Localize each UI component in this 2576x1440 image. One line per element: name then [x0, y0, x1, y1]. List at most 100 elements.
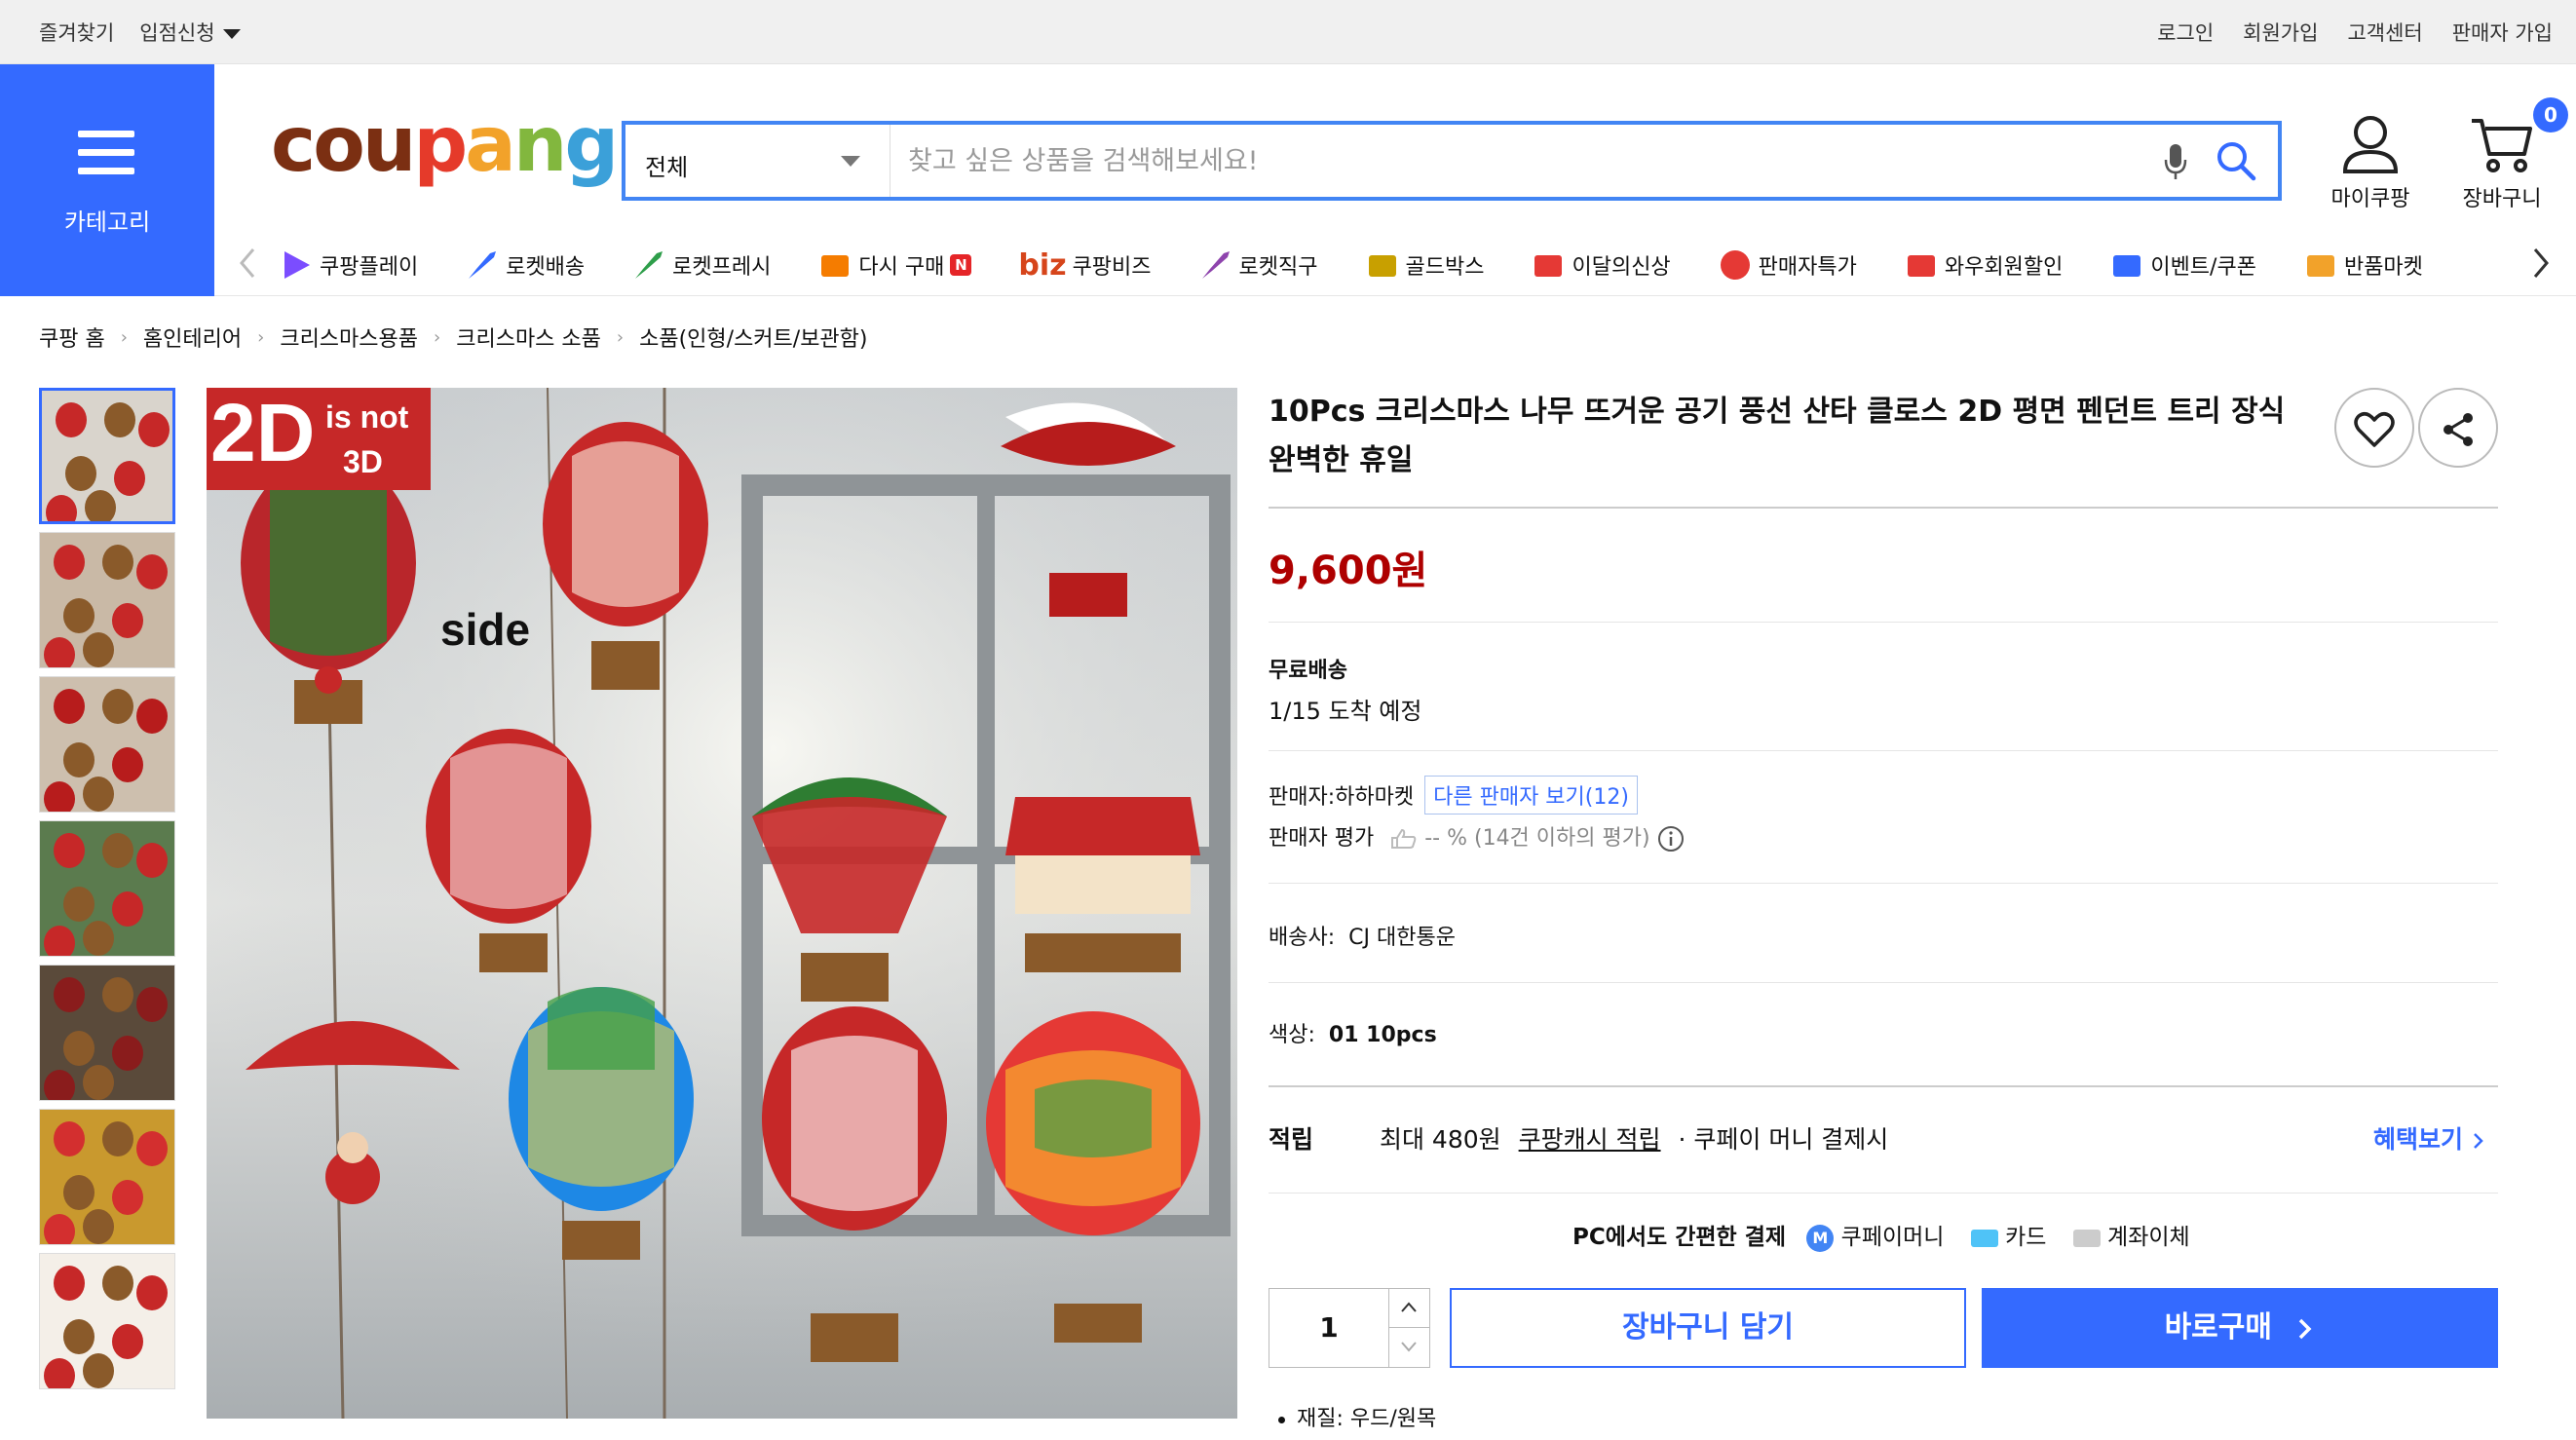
search-category-select[interactable]: 전체: [625, 125, 890, 197]
chevron-right-icon: ›: [616, 326, 625, 348]
hamburger-icon: [78, 131, 134, 175]
quantity-input[interactable]: 1: [1269, 1289, 1388, 1367]
image-caption-is-not: is not: [325, 399, 409, 435]
breadcrumb-item[interactable]: 크리스마스 소품: [456, 322, 601, 353]
courier-name: CJ 대한통운: [1348, 926, 1456, 950]
quantity-increase-button[interactable]: [1389, 1289, 1429, 1328]
coupang-cash-link[interactable]: 쿠팡캐시 적립: [1519, 1125, 1661, 1154]
cart-label: 장바구니: [2462, 187, 2542, 211]
payment-card: 카드: [2005, 1225, 2047, 1250]
product-thumbnail[interactable]: [39, 820, 175, 957]
product-thumbnail[interactable]: [39, 1253, 175, 1389]
card-icon: [1970, 1229, 1998, 1247]
biz-icon: biz: [1018, 247, 1067, 283]
thumbnail-image: [44, 833, 168, 956]
quantity-stepper: 1: [1269, 1288, 1430, 1368]
seller-signup-link[interactable]: 판매자 가입: [2452, 18, 2553, 47]
search-bar: 전체: [622, 121, 2282, 201]
cart-button[interactable]: 0 장바구니: [2453, 97, 2568, 212]
my-coupang-button[interactable]: 마이쿠팡: [2327, 113, 2414, 212]
nav-item[interactable]: 쿠팡플레이: [279, 246, 418, 284]
color-value: 01 10pcs: [1328, 1023, 1437, 1047]
seller-apply-link[interactable]: 입점신청: [139, 18, 241, 47]
bookmark-link[interactable]: 즐겨찾기: [39, 18, 114, 47]
seller-rating-label: 판매자 평가: [1269, 826, 1375, 851]
nav-item[interactable]: 로켓배송: [465, 246, 585, 284]
nav-next-arrow-icon[interactable]: [2525, 246, 2555, 281]
chevron-right-icon: ›: [434, 326, 441, 348]
product-thumbnail[interactable]: [39, 388, 175, 524]
nav-item[interactable]: 이달의신상: [1531, 246, 1671, 284]
main-product-image[interactable]: 2D is not 3D side: [207, 388, 1237, 1419]
share-icon: [2443, 412, 2473, 446]
share-button[interactable]: [2418, 388, 2498, 468]
seller-rating-row: 판매자 평가 -- % (14건 이하의 평가): [1269, 820, 1685, 853]
thumbnail-list: [39, 388, 175, 1397]
rocket-delivery-icon: [469, 251, 497, 279]
nav-item[interactable]: 다시 구매 N: [817, 246, 972, 284]
thumbnail-image: [44, 1121, 168, 1244]
search-input[interactable]: [908, 138, 2136, 183]
seller-deal-icon: [1720, 250, 1750, 280]
thumbnail-image: [46, 402, 170, 521]
chevron-right-icon: ›: [120, 326, 128, 348]
logo-letter: u: [361, 101, 417, 189]
customer-center-link[interactable]: 고객센터: [2347, 18, 2422, 47]
coupay-money-icon: M: [1806, 1224, 1835, 1252]
breadcrumb-item[interactable]: 홈인테리어: [143, 322, 242, 353]
nav-item[interactable]: biz 쿠팡비즈: [1018, 246, 1151, 284]
coupang-logo[interactable]: coupang: [271, 101, 619, 189]
chevron-down-icon: [222, 29, 241, 39]
breadcrumb-item[interactable]: 쿠팡 홈: [39, 322, 105, 353]
color-label: 색상:: [1269, 1023, 1315, 1047]
login-link[interactable]: 로그인: [2157, 18, 2214, 47]
breadcrumb-item[interactable]: 소품(인형/스커트/보관함): [639, 322, 867, 353]
image-caption-2d: 2D: [210, 388, 316, 478]
thumbnail-image: [44, 689, 168, 812]
seller-name[interactable]: 하하마켓: [1335, 785, 1414, 810]
logo-letter: o: [313, 101, 365, 189]
product-thumbnail[interactable]: [39, 676, 175, 813]
product-thumbnail[interactable]: [39, 965, 175, 1101]
info-icon[interactable]: [1657, 825, 1685, 853]
nav-prev-arrow-icon[interactable]: [234, 246, 263, 281]
logo-letter: g: [564, 101, 619, 189]
nav-item[interactable]: 로켓프레시: [631, 246, 771, 284]
bullet-icon: [1278, 1416, 1285, 1423]
nav-item-label: 쿠팡플레이: [320, 255, 419, 280]
buy-now-button[interactable]: 바로구매: [1982, 1288, 2498, 1368]
nav-item[interactable]: 반품마켓: [2303, 246, 2423, 284]
chevron-right-icon: ›: [257, 326, 265, 348]
product-thumbnail[interactable]: [39, 1109, 175, 1245]
category-menu-button[interactable]: 카테고리: [0, 64, 214, 296]
my-coupang-label: 마이쿠팡: [2330, 187, 2410, 211]
add-to-cart-button[interactable]: 장바구니 담기: [1450, 1288, 1966, 1368]
nav-item-label: 로켓프레시: [672, 255, 772, 280]
quantity-decrease-button[interactable]: [1389, 1328, 1429, 1367]
category-label: 카테고리: [63, 208, 151, 236]
chevron-right-icon: [2299, 1318, 2312, 1339]
breadcrumb-item[interactable]: 크리스마스용품: [280, 322, 418, 353]
nav-item[interactable]: 이벤트/쿠폰: [2109, 246, 2256, 284]
signup-link[interactable]: 회원가입: [2243, 18, 2318, 47]
benefits-link-label: 혜택보기: [2373, 1125, 2464, 1154]
divider: [1269, 1085, 2498, 1087]
nav-item[interactable]: 판매자특가: [1718, 246, 1857, 284]
product-thumbnail[interactable]: [39, 532, 175, 668]
divider: [1269, 982, 2498, 983]
other-sellers-link[interactable]: 다른 판매자 보기(12): [1424, 776, 1638, 815]
points-label: 적립: [1269, 1125, 1314, 1154]
nav-item-label: 이벤트/쿠폰: [2150, 255, 2256, 280]
benefits-link[interactable]: 혜택보기: [2373, 1120, 2485, 1156]
nav-item[interactable]: 와우회원할인: [1904, 246, 2063, 284]
search-icon[interactable]: [2216, 140, 2256, 181]
microphone-icon[interactable]: [2163, 142, 2188, 181]
divider: [1269, 1193, 2498, 1194]
wishlist-button[interactable]: [2334, 388, 2414, 468]
nav-item-label: 쿠팡비즈: [1072, 255, 1152, 280]
nav-item-label: 로켓배송: [506, 255, 586, 280]
nav-item[interactable]: 로켓직구: [1198, 246, 1318, 284]
material-text: 재질: 우드/원목: [1297, 1407, 1437, 1431]
nav-item[interactable]: 골드박스: [1365, 246, 1484, 284]
chevron-right-icon: [2473, 1133, 2483, 1149]
